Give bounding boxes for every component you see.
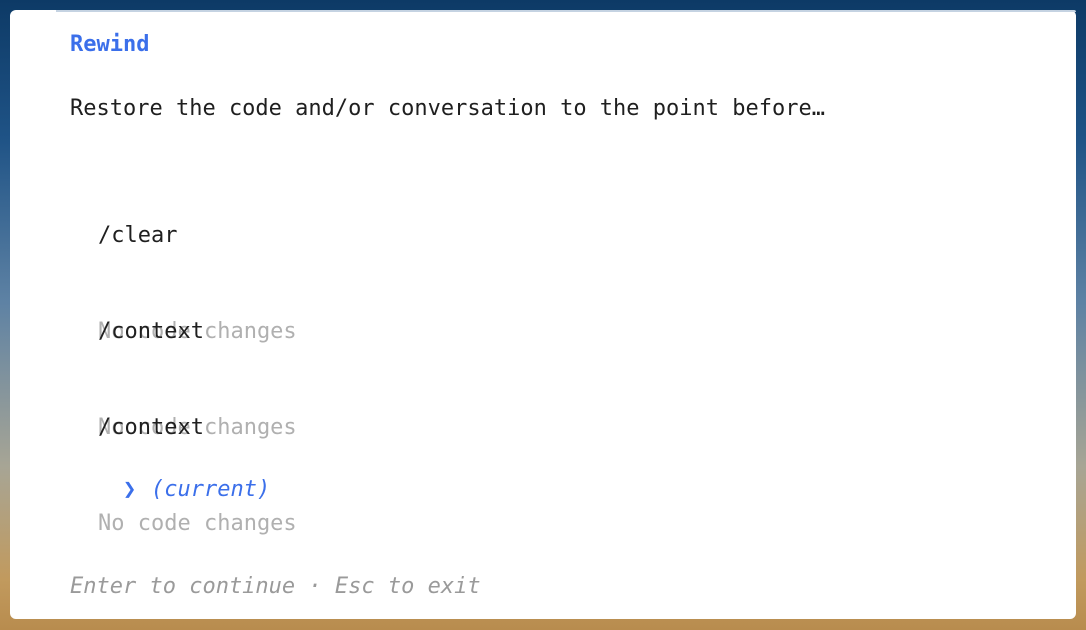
- enter-hint: Enter to continue: [70, 574, 296, 599]
- rewind-panel: Rewind Restore the code and/or conversat…: [10, 10, 1076, 619]
- current-option[interactable]: ❯ (current): [70, 445, 270, 535]
- hint-separator: ·: [295, 574, 335, 599]
- dialog-title: Rewind: [70, 32, 150, 57]
- current-label: (current): [150, 477, 271, 502]
- esc-hint: Esc to exit: [334, 574, 481, 599]
- dialog-prompt: Restore the code and/or conversation to …: [70, 96, 825, 121]
- checkpoint-command: /context: [98, 415, 204, 440]
- top-divider: [56, 10, 1076, 12]
- chevron-right-icon: ❯: [122, 477, 137, 502]
- checkpoint-command: /clear: [98, 223, 178, 248]
- footer-hint: Enter to continue · Esc to exit: [70, 573, 481, 601]
- checkpoint-command: /context: [98, 319, 204, 344]
